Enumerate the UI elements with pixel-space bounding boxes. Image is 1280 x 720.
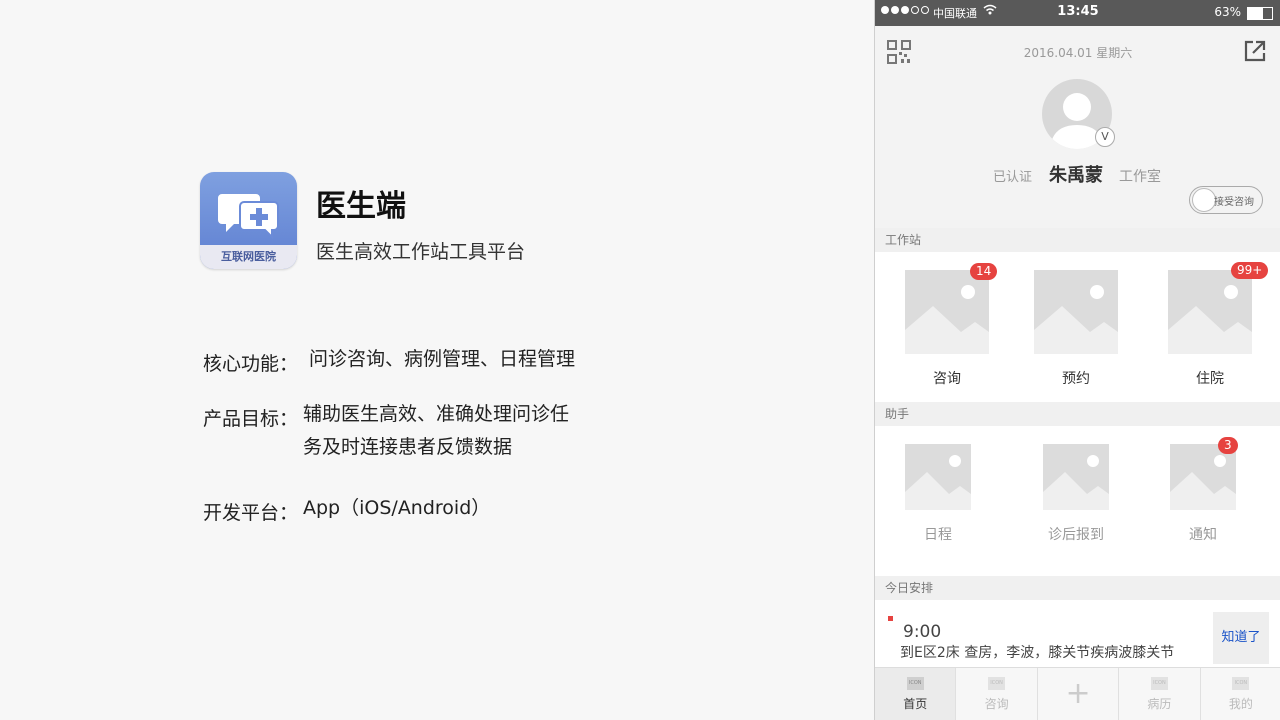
schedule-time: 9:00 [903, 622, 942, 642]
workstation-item-label: 预约 [1062, 371, 1090, 387]
verified-label: 已认证 [993, 170, 1033, 185]
core-features-value: 问诊咨询、病例管理、日程管理 [309, 348, 576, 370]
core-features-label: 核心功能： [203, 353, 299, 375]
tab-label: 首页 [903, 697, 928, 711]
consult-icon: ICON [988, 677, 1006, 690]
plus-icon: + [1065, 676, 1091, 711]
toggle-label: 接受咨询 [1214, 197, 1254, 208]
workstation-item-consult[interactable]: 咨询 14 [904, 263, 998, 388]
image-placeholder-icon [1034, 270, 1118, 354]
app-subtitle: 医生高效工作站工具平台 [316, 241, 526, 263]
core-features: 核心功能： 问诊咨询、病例管理、日程管理 [203, 348, 575, 376]
phone-screen: 中国联通 13:45 63% 2016.04.01 星期六 V 已认证 朱禹蒙 … [874, 0, 1280, 720]
product-goal: 产品目标： 辅助医生高效、准确处理问诊任 务及时连接患者反馈数据 [203, 403, 569, 458]
toggle-knob [1192, 188, 1216, 212]
tab-add[interactable]: + [1038, 668, 1120, 720]
assistant-item-label: 通知 [1189, 527, 1217, 543]
product-goal-label: 产品目标： [203, 408, 299, 430]
tab-label: 我的 [1228, 697, 1253, 711]
accept-consult-toggle[interactable]: 接受咨询 [1189, 186, 1263, 214]
assistant-item-label: 诊后报到 [1048, 527, 1104, 543]
today-header: 今日安排 [875, 576, 1280, 600]
today-schedule-item: 9:00 到E区2床 查房，李波，膝关节疾病波膝关节 知道了 [875, 600, 1280, 674]
image-placeholder-icon [905, 444, 971, 510]
battery-percent: 63% [1214, 5, 1241, 19]
home-icon: ICON [906, 677, 924, 690]
workstation-item-label: 咨询 [933, 371, 961, 387]
assistant-item-notice[interactable]: 通知 3 [1169, 437, 1238, 544]
dev-platform-label: 开发平台： [203, 502, 299, 524]
share-icon[interactable] [1243, 39, 1267, 67]
doctor-name: 朱禹蒙 [1049, 165, 1103, 186]
assistant-header: 助手 [875, 402, 1280, 426]
assistant-item-schedule[interactable]: 日程 [904, 444, 972, 544]
app-logo-label: 互联网医院 [200, 245, 297, 269]
dev-platform: 开发平台： App（iOS/Android） [203, 497, 490, 525]
verified-badge: V [1095, 127, 1115, 147]
schedule-marker [888, 616, 893, 621]
profile-header: 2016.04.01 星期六 V 已认证 朱禹蒙 工作室 接受咨询 [875, 26, 1280, 214]
assistant-item-label: 日程 [924, 527, 952, 543]
records-icon: ICON [1150, 677, 1168, 690]
assistant-grid: 日程 诊后报到 通知 3 [875, 426, 1280, 576]
acknowledge-button[interactable]: 知道了 [1213, 612, 1269, 664]
bottom-tab-bar: ICON 首页 ICON 咨询 + ICON 病历 ICON 我的 [875, 667, 1280, 720]
schedule-description: 到E区2床 查房，李波，膝关节疾病波膝关节 [900, 645, 1175, 661]
product-goal-line2: 务及时连接患者反馈数据 [303, 436, 513, 458]
image-placeholder-icon [1043, 444, 1109, 510]
current-date: 2016.04.01 星期六 [1023, 46, 1133, 60]
tab-mine[interactable]: ICON 我的 [1201, 668, 1280, 720]
workstation-header: 工作站 [875, 228, 1280, 252]
tab-label: 咨询 [984, 697, 1009, 711]
battery-icon [1247, 7, 1273, 20]
workstation-item-inpatient[interactable]: 住院 99+ [1167, 262, 1269, 388]
unread-badge: 3 [1218, 437, 1238, 454]
workstation-item-label: 住院 [1196, 371, 1224, 387]
app-title: 医生端 [316, 189, 406, 224]
tab-records[interactable]: ICON 病历 [1119, 668, 1201, 720]
workstation-grid: 咨询 14 预约 住院 99+ [875, 252, 1280, 402]
workstation-item-appointment[interactable]: 预约 [1033, 270, 1119, 388]
tab-home[interactable]: ICON 首页 [875, 668, 957, 720]
product-goal-line1: 辅助医生高效、准确处理问诊任 [303, 403, 570, 425]
dev-platform-value: App（iOS/Android） [303, 497, 491, 519]
studio-link[interactable]: 工作室 [1119, 166, 1161, 186]
tab-consult[interactable]: ICON 咨询 [956, 668, 1038, 720]
image-placeholder-icon [905, 270, 989, 354]
unread-badge: 99+ [1231, 262, 1269, 279]
app-logo: 互联网医院 [200, 172, 297, 269]
assistant-item-checkin[interactable]: 诊后报到 [1042, 444, 1110, 544]
unread-badge: 14 [970, 263, 998, 280]
status-bar: 中国联通 13:45 63% [875, 0, 1280, 26]
image-placeholder-icon [1168, 270, 1252, 354]
tab-label: 病历 [1147, 697, 1172, 711]
profile-icon: ICON [1232, 677, 1250, 690]
